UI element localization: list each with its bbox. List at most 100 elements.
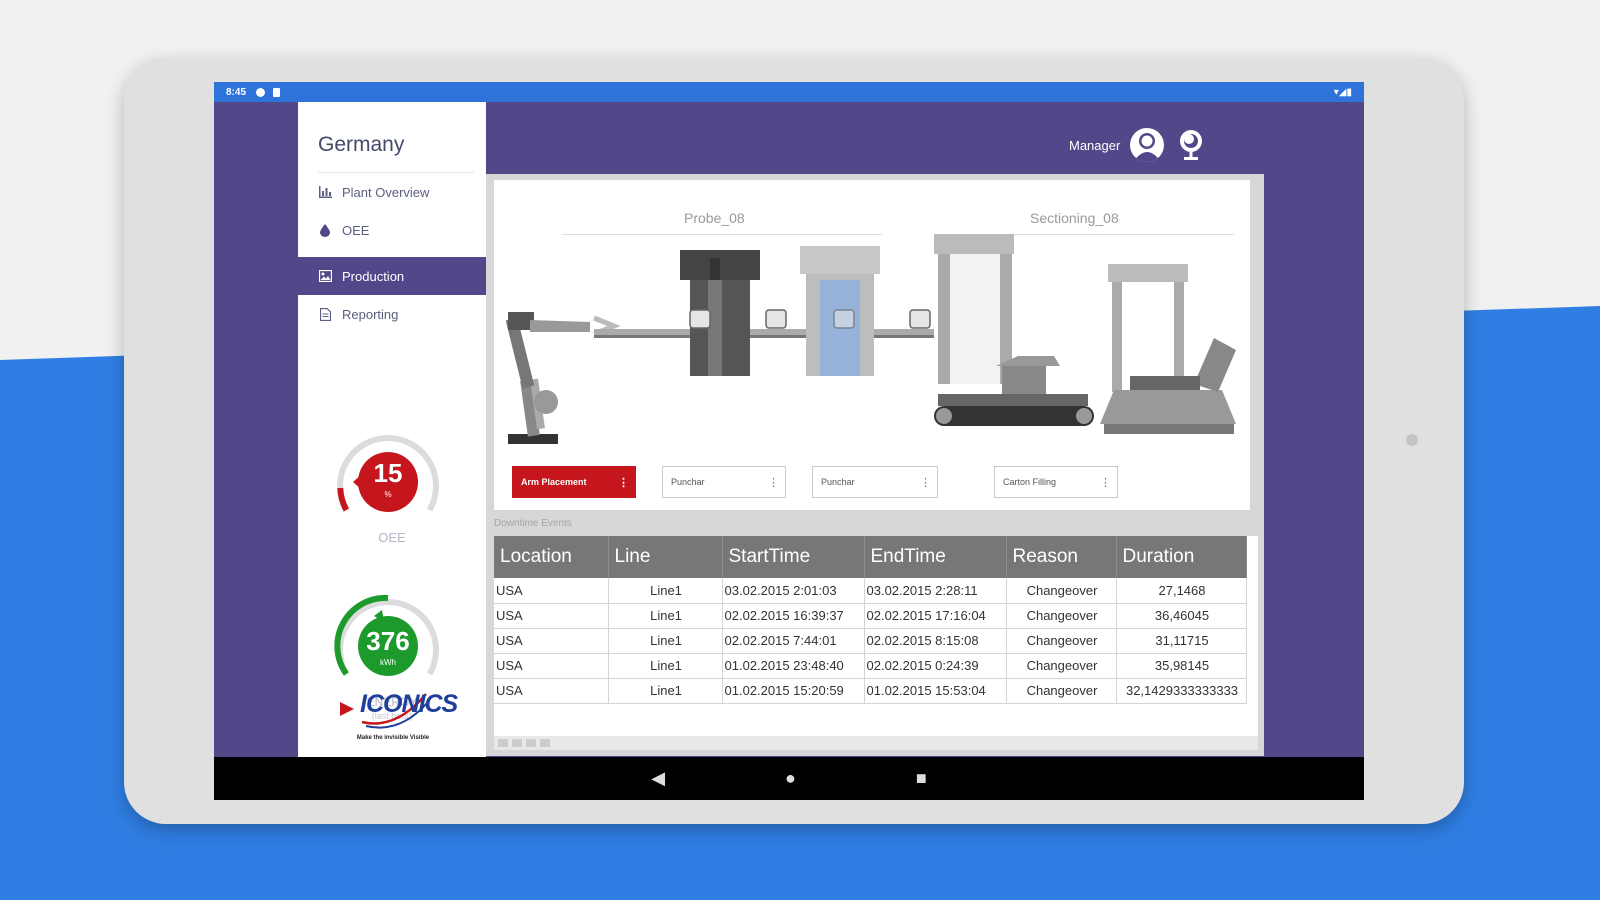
table-cell: USA: [494, 628, 609, 654]
table-row[interactable]: USA Line1 03.02.2015 2:01:03 03.02.2015 …: [494, 578, 1247, 604]
table-cell: Changeover: [1006, 653, 1117, 679]
recents-icon[interactable]: ■: [916, 768, 927, 789]
table-cell: USA: [494, 678, 609, 704]
table-cell: Changeover: [1006, 628, 1117, 654]
logo-brand: ICONICS: [360, 690, 458, 718]
table-cell: 27,1468: [1116, 578, 1247, 604]
table-cell: USA: [494, 653, 609, 679]
sidebar-item-label: Production: [342, 268, 405, 284]
sidebar-item-label: Reporting: [342, 306, 399, 322]
dropdown-value: Arm Placement: [521, 477, 587, 487]
column-header[interactable]: Location: [494, 536, 609, 578]
table-cell: 32,1429333333333: [1116, 678, 1247, 704]
pager-button[interactable]: [540, 739, 550, 747]
oee-label: OEE: [378, 530, 406, 545]
chart-icon: [318, 186, 332, 199]
table-cell: 02.02.2015 0:24:39: [864, 653, 1007, 679]
table-scrollbar[interactable]: [494, 736, 1258, 750]
production-machines-illustration: [505, 234, 1236, 444]
table-cell: 02.02.2015 8:15:08: [864, 628, 1007, 654]
carton-filling-dropdown[interactable]: Carton Filling ⋮: [994, 466, 1118, 498]
pager-button[interactable]: [526, 739, 536, 747]
app-screen: 8:45 ▾◢▮ Germany Plant Overview OEE Prod…: [214, 82, 1364, 800]
user-area: Manager: [1069, 128, 1208, 162]
conveyor-belt: [594, 329, 934, 335]
dropdown-value: Punchar: [671, 477, 705, 487]
dropdown-value: Carton Filling: [1003, 477, 1057, 487]
back-icon[interactable]: ◀: [651, 768, 665, 789]
energy-value: 376: [366, 626, 410, 656]
pager-button[interactable]: [498, 739, 508, 747]
table-cell: Line1: [608, 678, 723, 704]
table-cell: Line1: [608, 653, 723, 679]
drop-icon: [318, 223, 332, 237]
user-icon[interactable]: [1130, 128, 1165, 162]
production-panel: Probe_08 Sectioning_08 Arm Placement ⋮ P…: [486, 174, 1264, 756]
table-cell: 01.02.2015 15:53:04: [864, 678, 1007, 704]
table-cell: 03.02.2015 2:28:11: [864, 578, 1007, 604]
column-header[interactable]: StartTime: [722, 536, 865, 578]
globe-icon[interactable]: [1174, 128, 1208, 162]
column-header[interactable]: Duration: [1116, 536, 1247, 578]
sidebar: Germany Plant Overview OEE Production Re…: [298, 102, 486, 757]
downtime-table: Location Line StartTime EndTime Reason D…: [494, 536, 1258, 736]
table-cell: 02.02.2015 17:16:04: [864, 603, 1007, 629]
status-time: 8:45: [226, 86, 247, 98]
table-cell: 02.02.2015 16:39:37: [722, 603, 865, 629]
tablet-camera: [1406, 434, 1418, 446]
punchar-dropdown-1[interactable]: Punchar ⋮: [662, 466, 786, 498]
android-statusbar: 8:45 ▾◢▮: [214, 82, 1364, 102]
table-cell: Changeover: [1006, 578, 1117, 604]
pager-button[interactable]: [512, 739, 522, 747]
user-role: Manager: [1069, 137, 1121, 153]
image-icon: [318, 270, 332, 283]
table-cell: 01.02.2015 23:48:40: [722, 653, 865, 679]
region-title: Germany: [318, 133, 405, 156]
sidebar-item-oee[interactable]: OEE: [298, 211, 486, 249]
more-vertical-icon: ⋮: [920, 477, 931, 489]
table-cell: 01.02.2015 15:20:59: [722, 678, 865, 704]
document-icon: [318, 307, 332, 321]
sd-icon: [273, 87, 281, 97]
sidebar-item-plant-overview[interactable]: Plant Overview: [298, 173, 486, 211]
production-line-scene: Probe_08 Sectioning_08 Arm Placement ⋮ P…: [494, 180, 1250, 510]
table-cell: USA: [494, 603, 609, 629]
punchar-dropdown-2[interactable]: Punchar ⋮: [812, 466, 938, 498]
table-cell: USA: [494, 578, 609, 604]
table-row[interactable]: USA Line1 01.02.2015 15:20:59 01.02.2015…: [494, 678, 1247, 704]
dropdown-value: Punchar: [821, 477, 855, 487]
table-row[interactable]: USA Line1 01.02.2015 23:48:40 02.02.2015…: [494, 653, 1247, 679]
arm-placement-dropdown[interactable]: Arm Placement ⋮: [512, 466, 636, 498]
home-icon[interactable]: ●: [785, 768, 796, 789]
logo-tagline: Make the invisible Visible: [356, 735, 430, 741]
energy-unit: kWh: [380, 658, 396, 667]
sidebar-item-reporting[interactable]: Reporting: [298, 295, 486, 333]
table-row[interactable]: USA Line1 02.02.2015 7:44:01 02.02.2015 …: [494, 628, 1247, 654]
sidebar-item-label: OEE: [342, 222, 370, 238]
column-header[interactable]: EndTime: [864, 536, 1007, 578]
sidebar-item-label: Plant Overview: [342, 184, 430, 200]
table-cell: Changeover: [1006, 603, 1117, 629]
oee-value: 15: [373, 458, 403, 488]
table-row[interactable]: USA Line1 02.02.2015 16:39:37 02.02.2015…: [494, 603, 1247, 629]
more-vertical-icon: ⋮: [618, 477, 629, 489]
iconics-logo: ICONICS Make the invisible Visible: [338, 690, 458, 750]
downtime-title: Downtime Events: [494, 518, 572, 529]
column-header[interactable]: Line: [608, 536, 723, 578]
oee-unit: %: [384, 490, 392, 499]
table-cell: Line1: [608, 603, 723, 629]
column-header[interactable]: Reason: [1006, 536, 1117, 578]
table-cell: 36,46045: [1116, 603, 1247, 629]
circle-icon: [256, 87, 266, 97]
table-cell: 35,98145: [1116, 653, 1247, 679]
logo-arrow-icon: [340, 702, 354, 716]
wifi-signal-battery-icon: ▾◢▮: [1333, 86, 1352, 98]
table-cell: 31,11715: [1116, 628, 1247, 654]
sidebar-item-production[interactable]: Production: [298, 257, 486, 295]
table-cell: 02.02.2015 7:44:01: [722, 628, 865, 654]
more-vertical-icon: ⋮: [768, 477, 779, 489]
android-navbar: ◀ ● ■: [214, 757, 1364, 800]
table-cell: Line1: [608, 628, 723, 654]
table-cell: Line1: [608, 578, 723, 604]
table-header-row: Location Line StartTime EndTime Reason D…: [494, 536, 1247, 578]
